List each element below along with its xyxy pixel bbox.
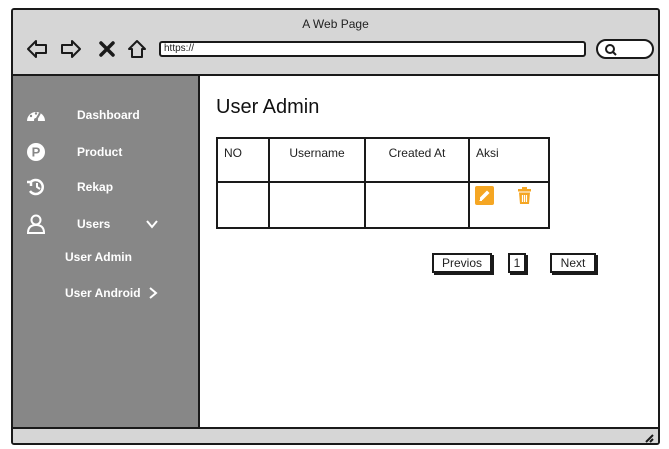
- cell-no: [216, 181, 270, 229]
- sidebar-item-label: Users: [77, 217, 111, 231]
- table-header-row: NO Username Created At Aksi: [216, 137, 550, 183]
- sidebar-subitem-user-admin[interactable]: User Admin: [65, 250, 132, 270]
- sidebar-item-rekap[interactable]: Rekap: [13, 174, 198, 200]
- sidebar-item-label: Dashboard: [77, 108, 140, 122]
- url-bar[interactable]: https://: [159, 41, 586, 57]
- product-p-icon: P: [25, 142, 47, 162]
- sidebar-item-dashboard[interactable]: Dashboard: [13, 102, 198, 128]
- back-arrow-icon[interactable]: [26, 39, 48, 59]
- user-icon: [25, 214, 47, 234]
- table-row: [216, 181, 550, 229]
- page-title: User Admin: [216, 96, 320, 118]
- sidebar-item-product[interactable]: P Product: [13, 139, 198, 165]
- status-bar: [13, 427, 658, 443]
- pagination-prev-button[interactable]: Previos: [432, 253, 492, 273]
- close-x-icon[interactable]: [98, 39, 116, 59]
- dashboard-gauge-icon: [25, 105, 47, 125]
- column-header-created-at: Created At: [364, 137, 470, 183]
- sidebar-item-label: Rekap: [77, 180, 114, 194]
- chevron-right-icon: [149, 287, 158, 299]
- pagination-page-button[interactable]: 1: [508, 253, 526, 273]
- cell-actions: [468, 181, 550, 229]
- trash-icon[interactable]: [515, 186, 534, 205]
- main-content: User Admin NO Username Created At Aksi P…: [200, 76, 658, 427]
- edit-icon[interactable]: [475, 186, 494, 205]
- pagination-next-button[interactable]: Next: [550, 253, 596, 273]
- window-title: A Web Page: [302, 17, 369, 31]
- sidebar-subitem-user-android[interactable]: User Android: [65, 286, 158, 306]
- search-icon: [605, 44, 617, 56]
- search-field[interactable]: [596, 39, 654, 59]
- svg-text:P: P: [32, 145, 41, 160]
- browser-toolbar: A Web Page https://: [13, 10, 658, 76]
- resize-grip-icon[interactable]: [642, 431, 654, 443]
- forward-arrow-icon[interactable]: [60, 39, 82, 59]
- user-admin-table: NO Username Created At Aksi: [216, 137, 550, 229]
- sidebar-subitem-label: User Android: [65, 286, 141, 300]
- sidebar-item-users[interactable]: Users: [13, 211, 198, 237]
- column-header-aksi: Aksi: [468, 137, 550, 183]
- cell-created-at: [364, 181, 470, 229]
- history-icon: [25, 177, 47, 197]
- chevron-down-icon: [146, 220, 158, 229]
- home-icon[interactable]: [126, 39, 148, 59]
- column-header-no: NO: [216, 137, 270, 183]
- cell-username: [268, 181, 366, 229]
- sidebar: Dashboard P Product Rekap Users User Adm…: [13, 76, 200, 427]
- column-header-username: Username: [268, 137, 366, 183]
- browser-window: A Web Page https:// Dashboard P Product …: [11, 8, 660, 445]
- sidebar-item-label: Product: [77, 145, 123, 159]
